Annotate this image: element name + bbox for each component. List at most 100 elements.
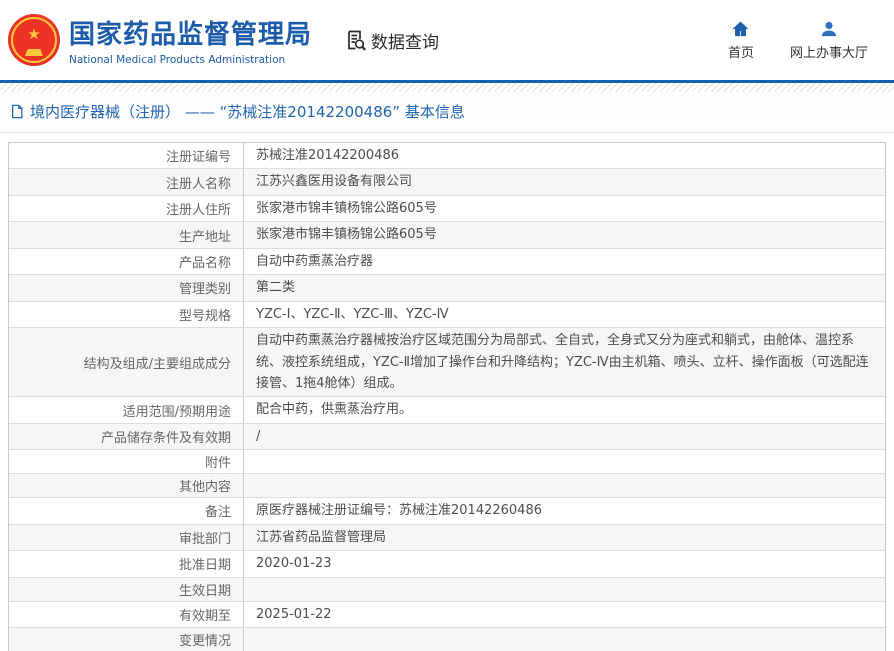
home-icon <box>733 21 749 37</box>
nav-service-hall[interactable]: 网上办事大厅 <box>790 19 868 61</box>
row-value: YZC-Ⅰ、YZC-Ⅱ、YZC-Ⅲ、YZC-Ⅳ <box>244 302 885 327</box>
row-value: 第二类 <box>244 275 885 300</box>
page: ★ 国家药品监督管理局 National Medical Products Ad… <box>0 0 894 651</box>
row-label-text: 其他内容 <box>178 480 231 496</box>
nav-data-query[interactable]: 数据查询 <box>344 28 439 53</box>
nav-hall-label: 网上办事大厅 <box>789 46 868 61</box>
row-value-text: / <box>256 428 261 444</box>
document-search-icon <box>348 30 367 51</box>
breadcrumb: 境内医疗器械（注册） —— “苏械注准20142200486” 基本信息 <box>0 92 894 133</box>
row-label: 注册人住所 <box>9 195 244 222</box>
row-label-text: 注册人名称 <box>165 176 231 192</box>
table-row: 有效期至 2025-01-22 <box>9 601 885 628</box>
row-label-text: 生产地址 <box>178 229 231 245</box>
table-row: 其他内容 <box>9 474 885 499</box>
row-label: 其他内容 <box>9 474 244 498</box>
row-value-text: 苏械注准20142200486 <box>256 148 399 163</box>
user-icon <box>821 21 837 37</box>
row-label: 适用范围/预期用途 <box>9 397 244 423</box>
nav-home[interactable]: 首页 <box>728 19 754 61</box>
table-row: 批准日期 2020-01-23 <box>9 551 885 578</box>
row-label-text: 审批部门 <box>178 531 231 547</box>
row-value: 自动中药熏蒸治疗器 <box>244 249 885 274</box>
row-value: / <box>244 424 885 449</box>
logo-block[interactable]: ★ 国家药品监督管理局 National Medical Products Ad… <box>8 14 312 66</box>
row-value-text: 自动中药熏蒸治疗器械按治疗区域范围分为局部式、全自式，全身式又分为座式和躺式，由… <box>256 333 869 391</box>
row-value: 江苏兴鑫医用设备有限公司 <box>244 169 885 194</box>
row-label-text: 注册人住所 <box>165 203 231 219</box>
table-row: 生效日期 <box>9 577 885 602</box>
row-value: 江苏省药品监督管理局 <box>244 525 885 550</box>
org-names: 国家药品监督管理局 National Medical Products Admi… <box>69 14 312 66</box>
org-title-en: National Medical Products Administration <box>69 54 286 66</box>
row-label: 审批部门 <box>9 524 244 551</box>
row-value <box>244 450 885 473</box>
row-label-text: 有效期至 <box>178 608 231 624</box>
row-value: 张家港市锦丰镇杨锦公路605号 <box>244 222 885 247</box>
row-label: 产品储存条件及有效期 <box>9 423 244 450</box>
row-label: 型号规格 <box>9 301 244 328</box>
row-label-text: 批准日期 <box>178 558 231 574</box>
table-row: 产品名称 自动中药熏蒸治疗器 <box>9 248 885 276</box>
row-label-text: 附件 <box>204 456 231 472</box>
row-label-text: 注册证编号 <box>165 150 231 166</box>
table-row: 型号规格 YZC-Ⅰ、YZC-Ⅱ、YZC-Ⅲ、YZC-Ⅳ <box>9 301 885 329</box>
row-value-text: 2025-01-22 <box>256 606 332 622</box>
row-label-text: 备注 <box>204 505 231 521</box>
row-label-text: 管理类别 <box>178 282 231 298</box>
table-row: 注册人住所 张家港市锦丰镇杨锦公路605号 <box>9 195 885 223</box>
table-row: 附件 <box>9 450 885 475</box>
national-emblem-logo: ★ <box>8 14 60 66</box>
table-row: 注册证编号 苏械注准20142200486 <box>9 143 885 170</box>
row-value-text: 江苏兴鑫医用设备有限公司 <box>256 174 413 190</box>
table-row: 管理类别 第二类 <box>9 275 885 302</box>
row-label: 生效日期 <box>9 577 244 601</box>
nav-home-label: 首页 <box>727 46 754 61</box>
row-label: 注册证编号 <box>9 143 244 169</box>
table-row: 注册人名称 江苏兴鑫医用设备有限公司 <box>9 169 885 196</box>
row-label: 附件 <box>9 450 244 474</box>
row-label-text: 生效日期 <box>178 583 231 599</box>
table-row: 适用范围/预期用途 配合中药，供熏蒸治疗用。 <box>9 397 885 424</box>
row-value-text: 2020-01-23 <box>256 556 332 572</box>
data-query-label: 数据查询 <box>371 32 440 53</box>
row-label-text: 产品储存条件及有效期 <box>100 431 231 447</box>
row-label-text: 变更情况 <box>178 634 231 649</box>
table-row: 变更情况 <box>9 628 885 651</box>
stripe-band <box>0 83 894 92</box>
table-row: 审批部门 江苏省药品监督管理局 <box>9 524 885 552</box>
row-value-text: 原医疗器械注册证编号：苏械注准20142260486 <box>256 503 542 519</box>
row-value: 苏械注准20142200486 <box>244 143 885 168</box>
site-header: ★ 国家药品监督管理局 National Medical Products Ad… <box>0 0 894 80</box>
row-value <box>244 578 885 601</box>
row-label-text: 型号规格 <box>178 308 231 324</box>
row-value: 自动中药熏蒸治疗器械按治疗区域范围分为局部式、全自式，全身式又分为座式和躺式，由… <box>244 328 885 396</box>
table-row: 备注 原医疗器械注册证编号：苏械注准20142260486 <box>9 498 885 525</box>
row-label-text: 适用范围/预期用途 <box>122 404 231 420</box>
row-label: 变更情况 <box>9 628 244 651</box>
row-label: 管理类别 <box>9 275 244 301</box>
row-value-text: 配合中药，供熏蒸治疗用。 <box>256 402 413 418</box>
row-label: 生产地址 <box>9 222 244 248</box>
row-label: 有效期至 <box>9 601 244 627</box>
row-value <box>244 474 885 497</box>
row-label: 产品名称 <box>9 248 244 275</box>
row-value: 原医疗器械注册证编号：苏械注准20142260486 <box>244 498 885 523</box>
table-row: 结构及组成/主要组成成分 自动中药熏蒸治疗器械按治疗区域范围分为局部式、全自式，全… <box>9 328 885 398</box>
row-value: 张家港市锦丰镇杨锦公路605号 <box>244 196 885 221</box>
row-value-text: 张家港市锦丰镇杨锦公路605号 <box>256 227 437 243</box>
document-icon <box>12 104 23 119</box>
row-value-text: 第二类 <box>256 280 296 296</box>
row-label-text: 产品名称 <box>178 255 231 271</box>
row-label: 注册人名称 <box>9 169 244 195</box>
org-title-cn: 国家药品监督管理局 <box>69 20 313 50</box>
row-value <box>244 628 885 651</box>
info-table: 注册证编号 苏械注准20142200486 注册人名称 江苏兴鑫医用设备有限公司 注册人… <box>8 142 886 651</box>
row-value: 2025-01-22 <box>244 602 885 627</box>
table-row: 产品储存条件及有效期 / <box>9 423 885 451</box>
top-nav: 首页 网上办事大厅 <box>728 19 868 61</box>
breadcrumb-text: 境内医疗器械（注册） —— “苏械注准20142200486” 基本信息 <box>30 103 465 121</box>
row-value-text: 自动中药熏蒸治疗器 <box>256 253 374 269</box>
row-value-text: 江苏省药品监督管理局 <box>256 529 387 545</box>
star-icon: ★ <box>27 24 41 43</box>
